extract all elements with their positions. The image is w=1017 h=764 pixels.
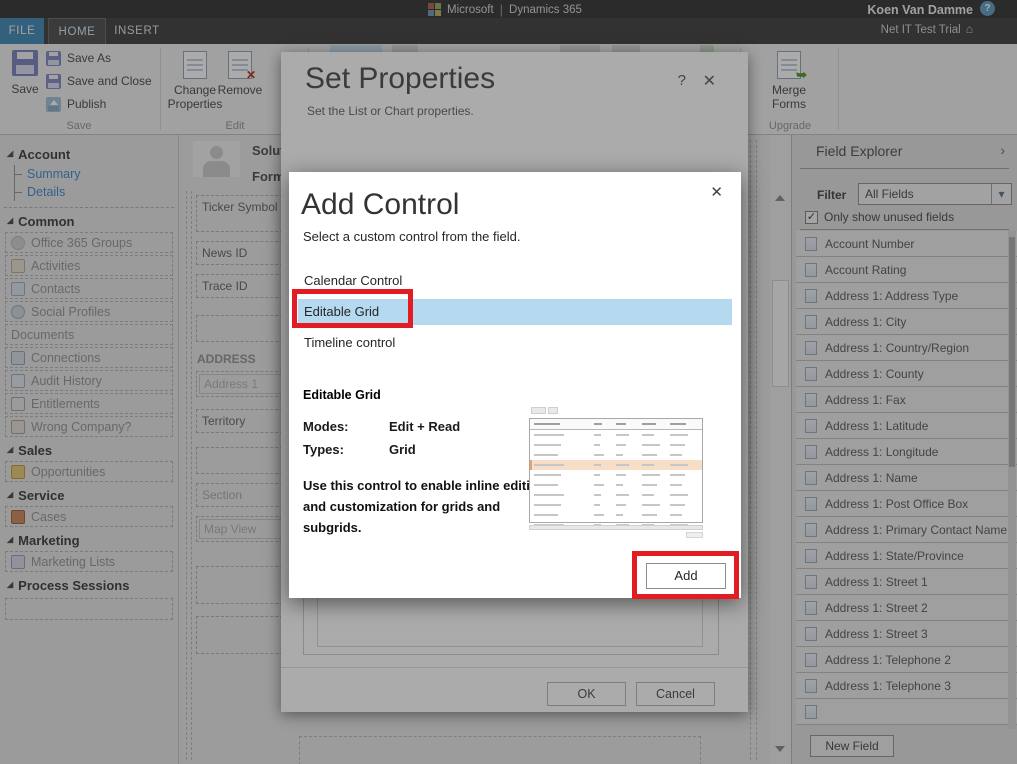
control-option-label: Timeline control — [304, 335, 396, 350]
preview-toolbar-fragment — [548, 407, 558, 414]
preview-grid-header — [530, 419, 702, 430]
preview-grid-scrollbar — [529, 525, 703, 530]
add-control-title: Add Control — [301, 188, 460, 221]
types-value: Grid — [389, 442, 416, 457]
preview-grid-body — [530, 430, 702, 530]
annotation-box-editable-grid — [292, 289, 413, 328]
add-control-subtitle: Select a custom control from the field. — [303, 229, 521, 244]
editable-grid-preview-image — [527, 405, 705, 539]
annotation-box-add-button — [632, 551, 739, 599]
dynamics-365-form-editor: Microsoft | Dynamics 365 ? Koen Van Damme… — [0, 0, 1017, 764]
control-description: Use this control to enable inline editin… — [303, 478, 546, 535]
control-detail-heading: Editable Grid — [303, 388, 381, 402]
types-label: Types: — [303, 442, 344, 457]
control-option[interactable]: Timeline control — [298, 330, 732, 356]
add-control-dialog: ✕ Add Control Select a custom control fr… — [289, 172, 741, 598]
modes-label: Modes: — [303, 419, 349, 434]
preview-grid-pager — [686, 532, 703, 538]
modes-value: Edit + Read — [389, 419, 461, 434]
control-option-label: Calendar Control — [304, 273, 403, 288]
preview-toolbar-fragment — [531, 407, 546, 414]
dialog-close-icon[interactable]: ✕ — [710, 183, 723, 201]
preview-grid — [529, 418, 703, 526]
